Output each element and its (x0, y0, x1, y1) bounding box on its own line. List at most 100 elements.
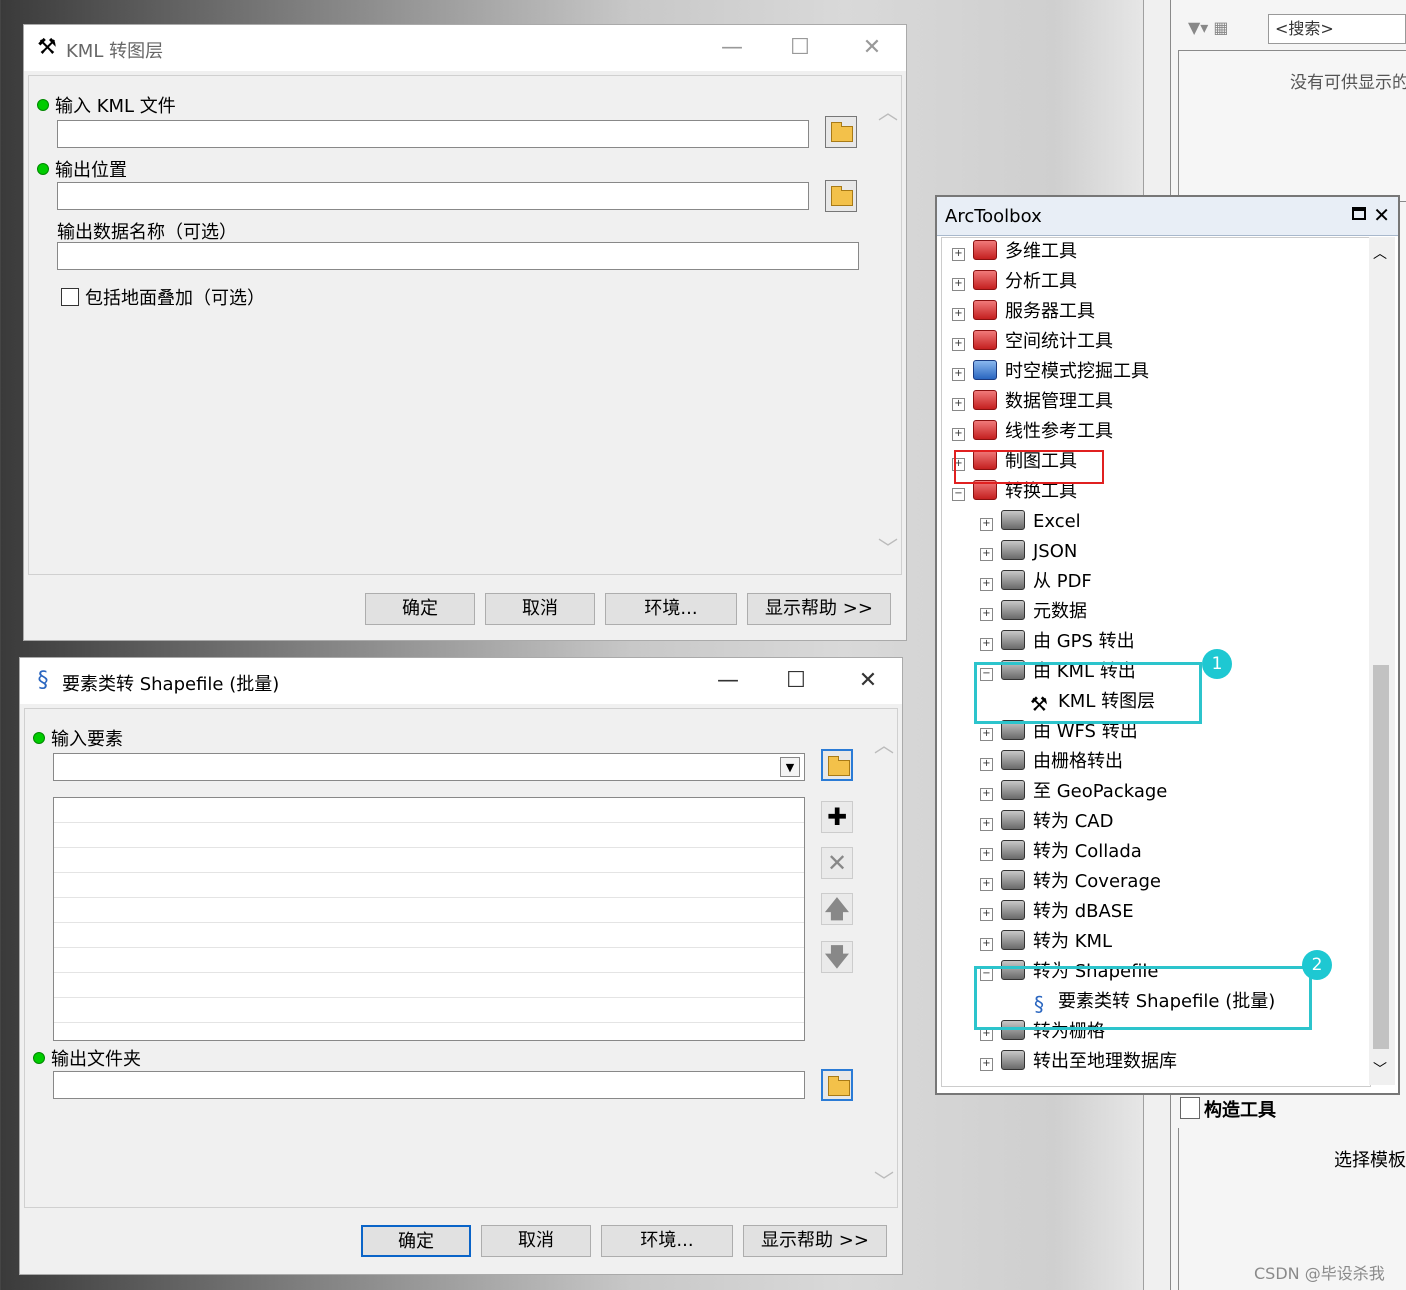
toolbox-scrollbar[interactable]: ︿ ﹀ (1369, 237, 1395, 1085)
remove-icon[interactable]: ✕ (821, 847, 853, 879)
tree-item-json[interactable]: + JSON (980, 538, 1077, 566)
list-item[interactable] (54, 823, 804, 848)
tree-item-to-cad[interactable]: + 转为 CAD (980, 808, 1113, 836)
search-input[interactable]: <搜索> (1268, 14, 1406, 44)
output-name-field[interactable] (57, 242, 859, 270)
red-toolbox-icon (973, 240, 997, 260)
cancel-button[interactable]: 取消 (481, 1225, 591, 1257)
tree-item-to-kml[interactable]: + 转为 KML (980, 928, 1112, 956)
list-item[interactable] (54, 998, 804, 1023)
toolset-icon (1001, 780, 1025, 800)
scroll-down-icon[interactable]: ﹀ (873, 1165, 895, 1194)
expand-icon: + (980, 818, 993, 831)
ok-button[interactable]: 确定 (361, 1225, 471, 1257)
browse-folder-icon[interactable] (825, 116, 857, 148)
input-features-combo[interactable]: ▼ (53, 753, 805, 781)
tree-item-excel[interactable]: + Excel (980, 508, 1081, 536)
minimize-button[interactable]: — (714, 33, 750, 63)
tree-item-to-geodatabase[interactable]: + 转出至地理数据库 (980, 1048, 1177, 1076)
tree-item-to-collada[interactable]: + 转为 Collada (980, 838, 1142, 866)
tree-item-from-pdf[interactable]: + 从 PDF (980, 568, 1092, 596)
tree-item-to-coverage[interactable]: + 转为 Coverage (980, 868, 1161, 896)
shp-dialog-titlebar[interactable]: § 要素类转 Shapefile (批量) — ☐ ✕ (20, 658, 902, 704)
kml-dialog-titlebar[interactable]: ⚒ KML 转图层 — ☐ ✕ (24, 25, 906, 71)
tree-item-spatial-stats[interactable]: + 空间统计工具 (952, 328, 1113, 356)
browse-folder-icon[interactable] (825, 180, 857, 212)
expand-icon: + (980, 638, 993, 651)
show-help-button[interactable]: 显示帮助 >> (747, 593, 891, 625)
browse-folder-icon[interactable] (821, 1069, 853, 1101)
input-kml-label: 输入 KML 文件 (37, 92, 176, 118)
expand-icon: + (980, 1058, 993, 1071)
highlight-from-kml (974, 662, 1202, 724)
list-item[interactable] (54, 873, 804, 898)
highlight-to-shapefile (974, 966, 1312, 1030)
move-down-icon[interactable]: 🡇 (821, 941, 853, 973)
tree-item-linear-ref[interactable]: + 线性参考工具 (952, 418, 1113, 446)
script-tool-icon: § (37, 668, 49, 693)
scroll-up-icon[interactable]: ︿ (877, 96, 899, 125)
tree-item-data-management[interactable]: + 数据管理工具 (952, 388, 1113, 416)
close-button[interactable]: ✕ (850, 666, 886, 696)
output-location-field[interactable] (57, 182, 809, 210)
construct-tools-heading: 构造工具 (1180, 1096, 1276, 1122)
arctoolbox-header[interactable]: ArcToolbox ✕ (937, 197, 1398, 236)
tree-item-metadata[interactable]: + 元数据 (980, 598, 1087, 626)
include-ground-overlay-option[interactable]: 包括地面叠加（可选） (61, 284, 265, 310)
expand-icon: + (952, 308, 965, 321)
red-toolbox-icon (973, 300, 997, 320)
filter-icon[interactable]: ▼▾ ▦ (1188, 18, 1229, 37)
scroll-down-icon[interactable]: ﹀ (1373, 1059, 1387, 1079)
tree-item-from-gps[interactable]: + 由 GPS 转出 (980, 628, 1135, 656)
list-item[interactable] (54, 848, 804, 873)
browse-folder-icon[interactable] (821, 749, 853, 781)
tree-item-to-geopackage[interactable]: + 至 GeoPackage (980, 778, 1167, 806)
scroll-up-icon[interactable]: ︿ (873, 729, 895, 758)
tree-item-server[interactable]: + 服务器工具 (952, 298, 1095, 326)
expand-icon: + (980, 548, 993, 561)
ground-overlay-checkbox[interactable] (61, 288, 79, 306)
minimize-button[interactable]: — (710, 666, 746, 696)
toolset-icon (1001, 510, 1025, 530)
expand-icon: + (980, 728, 993, 741)
cancel-button[interactable]: 取消 (485, 593, 595, 625)
add-icon[interactable]: ✚ (821, 801, 853, 833)
toolset-icon (1001, 840, 1025, 860)
input-features-list[interactable] (53, 797, 805, 1041)
list-item[interactable] (54, 798, 804, 823)
red-toolbox-icon (973, 270, 997, 290)
close-icon[interactable]: ✕ (1373, 203, 1390, 227)
show-help-button[interactable]: 显示帮助 >> (743, 1225, 887, 1257)
toolset-icon (1001, 750, 1025, 770)
select-template-text: 选择模板 (1334, 1150, 1406, 1171)
expand-icon: + (952, 398, 965, 411)
tree-item-space-time[interactable]: + 时空模式挖掘工具 (952, 358, 1149, 386)
list-item[interactable] (54, 923, 804, 948)
tree-item-analysis[interactable]: + 分析工具 (952, 268, 1077, 296)
list-item[interactable] (54, 898, 804, 923)
maximize-icon[interactable] (1352, 207, 1366, 220)
watermark: CSDN @毕设杀我 (1254, 1264, 1385, 1283)
output-folder-field[interactable] (53, 1071, 805, 1099)
maximize-button[interactable]: ☐ (782, 33, 818, 63)
expand-icon: + (952, 368, 965, 381)
ok-button[interactable]: 确定 (365, 593, 475, 625)
output-folder-label: 输出文件夹 (33, 1045, 141, 1071)
environments-button[interactable]: 环境... (605, 593, 737, 625)
list-item[interactable] (54, 973, 804, 998)
tree-item-multidimension[interactable]: + 多维工具 (952, 238, 1077, 266)
toolset-icon (1001, 540, 1025, 560)
scroll-up-icon[interactable]: ︿ (1373, 243, 1387, 263)
dropdown-arrow-icon[interactable]: ▼ (780, 757, 800, 777)
input-kml-field[interactable] (57, 120, 809, 148)
scrollbar-thumb[interactable] (1373, 665, 1389, 1049)
list-item[interactable] (54, 948, 804, 973)
scroll-down-icon[interactable]: ﹀ (877, 532, 899, 561)
environments-button[interactable]: 环境... (601, 1225, 733, 1257)
maximize-button[interactable]: ☐ (778, 666, 814, 696)
tree-item-to-dbase[interactable]: + 转为 dBASE (980, 898, 1134, 926)
expand-icon: + (980, 908, 993, 921)
tree-item-from-raster[interactable]: + 由栅格转出 (980, 748, 1123, 776)
close-button[interactable]: ✕ (854, 33, 890, 63)
move-up-icon[interactable]: 🡅 (821, 893, 853, 925)
